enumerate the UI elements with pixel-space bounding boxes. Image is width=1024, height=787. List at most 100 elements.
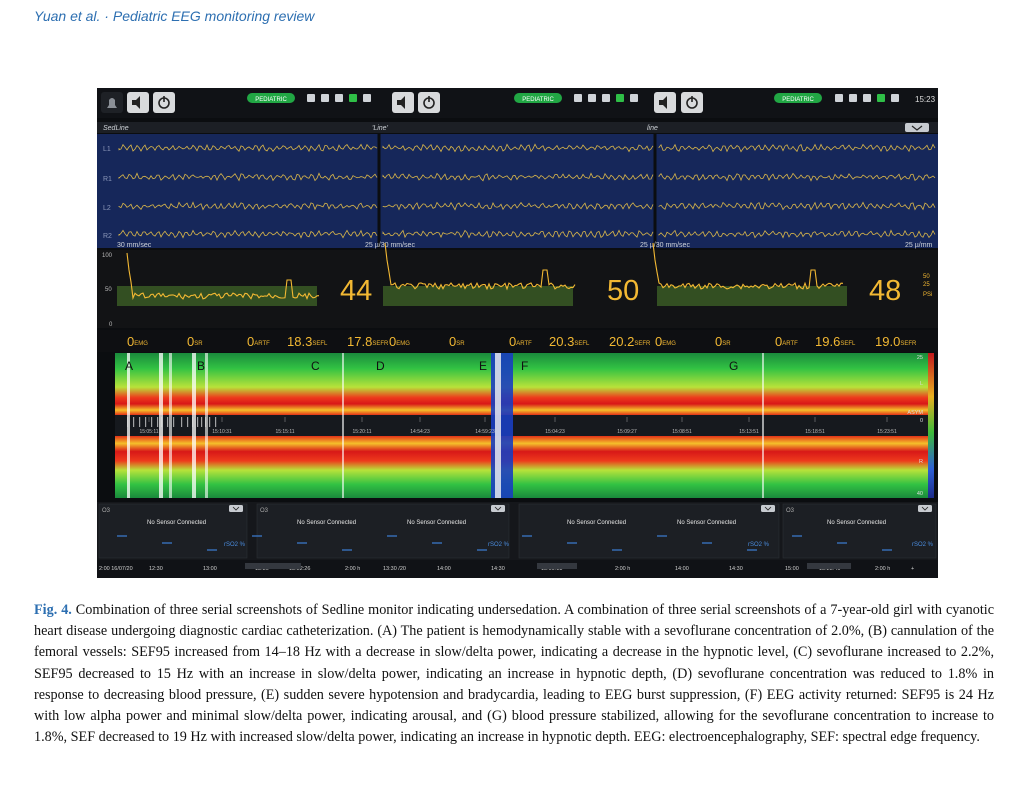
sweep-speed: 25 µ/mm — [905, 242, 933, 249]
psi-value: 44 — [340, 275, 372, 307]
collapse-chevron-icon[interactable] — [918, 505, 932, 512]
running-head: Yuan et al. · Pediatric EEG monitoring r… — [34, 8, 315, 24]
psi-scale: PSi — [923, 292, 932, 298]
event-marker-f: F — [521, 359, 528, 373]
mode-badge: PEDIATRIC — [514, 93, 562, 103]
oximetry-tag: O3 — [260, 508, 269, 514]
volume-button[interactable] — [392, 92, 414, 113]
time-tick: 15:05:11 — [139, 429, 158, 435]
power-button[interactable] — [153, 92, 175, 113]
collapse-chevron-icon[interactable] — [905, 123, 929, 132]
time-tick: 15:18:51 — [805, 429, 825, 435]
timeline-label: 14:00 — [437, 566, 451, 572]
collapse-chevron-icon[interactable] — [229, 505, 243, 512]
clock: 15:23 — [915, 95, 936, 104]
speaker-icon — [630, 94, 638, 102]
sedline-monitor-composite: PEDIATRIC PEDIATRIC PEDIATRIC 15:23 SedL… — [97, 88, 938, 578]
network-icon — [321, 94, 329, 102]
event-marker-g: G — [729, 359, 738, 373]
panel-title: SedLine — [103, 125, 129, 132]
rso2-label: rSO2 % — [748, 542, 770, 548]
rso2-label: rSO2 % — [224, 542, 246, 548]
time-tick: 15:09:27 — [617, 429, 637, 435]
dsa-right-hemisphere — [115, 436, 928, 498]
no-sensor-message: No Sensor Connected — [407, 520, 466, 526]
rso2-label: rSO2 % — [488, 542, 510, 548]
network-icon — [849, 94, 857, 102]
oximetry-tag: O3 — [102, 508, 111, 514]
timeline-label: 2:00 h — [875, 566, 890, 572]
timeline-label: 2:00 16/07/20 — [99, 566, 133, 572]
power-button[interactable] — [681, 92, 703, 113]
network-icon — [588, 94, 596, 102]
eeg-waveform-area — [97, 134, 938, 248]
event-marker-a: A — [125, 359, 133, 373]
timeline-label: 2:00 h — [345, 566, 360, 572]
timeline-label: 14:30 — [729, 566, 743, 572]
sweep-speed: 30 mm/sec — [117, 242, 152, 249]
mode-badge-text: PEDIATRIC — [255, 97, 287, 103]
no-sensor-message: No Sensor Connected — [147, 520, 206, 526]
signal-icon — [877, 94, 885, 102]
time-tick: 15:13:51 — [739, 429, 759, 435]
y-tick: 100 — [102, 253, 113, 259]
signal-icon — [616, 94, 624, 102]
dsa-scale-label: L — [920, 381, 923, 387]
channel-label: L1 — [103, 146, 111, 153]
channel-label: R2 — [103, 233, 112, 240]
dsa-scale-label: 0 — [920, 418, 923, 424]
psi-value: 50 — [607, 275, 639, 307]
battery-icon — [835, 94, 843, 102]
event-marker-d: D — [376, 359, 385, 373]
timeline-label: 15:00 — [785, 566, 799, 572]
time-tick: 15:04:23 — [545, 429, 565, 435]
dsa-color-scale — [928, 353, 934, 498]
mode-badge: PEDIATRIC — [774, 93, 822, 103]
figure-caption: Fig. 4. Combination of three serial scre… — [34, 600, 994, 748]
no-sensor-message: No Sensor Connected — [827, 520, 886, 526]
timeline-label: 2:00 h — [615, 566, 630, 572]
battery-icon — [574, 94, 582, 102]
collapse-chevron-icon[interactable] — [491, 505, 505, 512]
speaker-icon — [891, 94, 899, 102]
channel-label: L2 — [103, 205, 111, 212]
grid-icon — [863, 94, 871, 102]
grid-icon — [602, 94, 610, 102]
time-tick: 15:23:51 — [877, 429, 897, 435]
psi-scale: 25 — [923, 282, 930, 288]
volume-button[interactable] — [654, 92, 676, 113]
channel-label: R1 — [103, 176, 112, 183]
psi-scale: 50 — [923, 274, 930, 280]
battery-icon — [307, 94, 315, 102]
rso2-label: rSO2 % — [912, 542, 934, 548]
time-tick: 15:10:31 — [212, 429, 232, 435]
psi-value: 48 — [869, 275, 901, 307]
sweep-speed: 25 µ/30 mm/sec — [365, 242, 415, 249]
no-sensor-message: No Sensor Connected — [297, 520, 356, 526]
speaker-icon — [363, 94, 371, 102]
panel-title: line — [647, 125, 658, 132]
no-sensor-message: No Sensor Connected — [677, 520, 736, 526]
event-marker-b: B — [197, 359, 205, 373]
figure-caption-text: Combination of three serial screenshots … — [34, 602, 995, 746]
time-tick: 14:59:23 — [475, 429, 495, 435]
timeline-label: 13:30 /20 — [383, 566, 406, 572]
collapse-chevron-icon[interactable] — [761, 505, 775, 512]
time-tick: 15:15:11 — [275, 429, 294, 435]
timeline-label: 12:30 — [149, 566, 163, 572]
alarm-bell-icon[interactable] — [101, 92, 123, 113]
power-button[interactable] — [418, 92, 440, 113]
sweep-speed: 25 µ/30 mm/sec — [640, 242, 690, 249]
monitor-screens: PEDIATRIC PEDIATRIC PEDIATRIC 15:23 SedL… — [97, 88, 938, 578]
volume-button[interactable] — [127, 92, 149, 113]
signal-icon — [349, 94, 357, 102]
timeline-label: 13:00 — [203, 566, 217, 572]
dsa-scale-label: ASYM — [907, 410, 923, 416]
dsa-scale-label: 40 — [917, 491, 923, 497]
event-marker-c: C — [311, 359, 320, 373]
timeline-label: 14:00 — [675, 566, 689, 572]
timeline-label: + — [911, 566, 914, 572]
figure-label: Fig. 4. — [34, 602, 72, 618]
dsa-scale-label: 25 — [917, 355, 923, 361]
timeline-label: 14:30 — [491, 566, 505, 572]
